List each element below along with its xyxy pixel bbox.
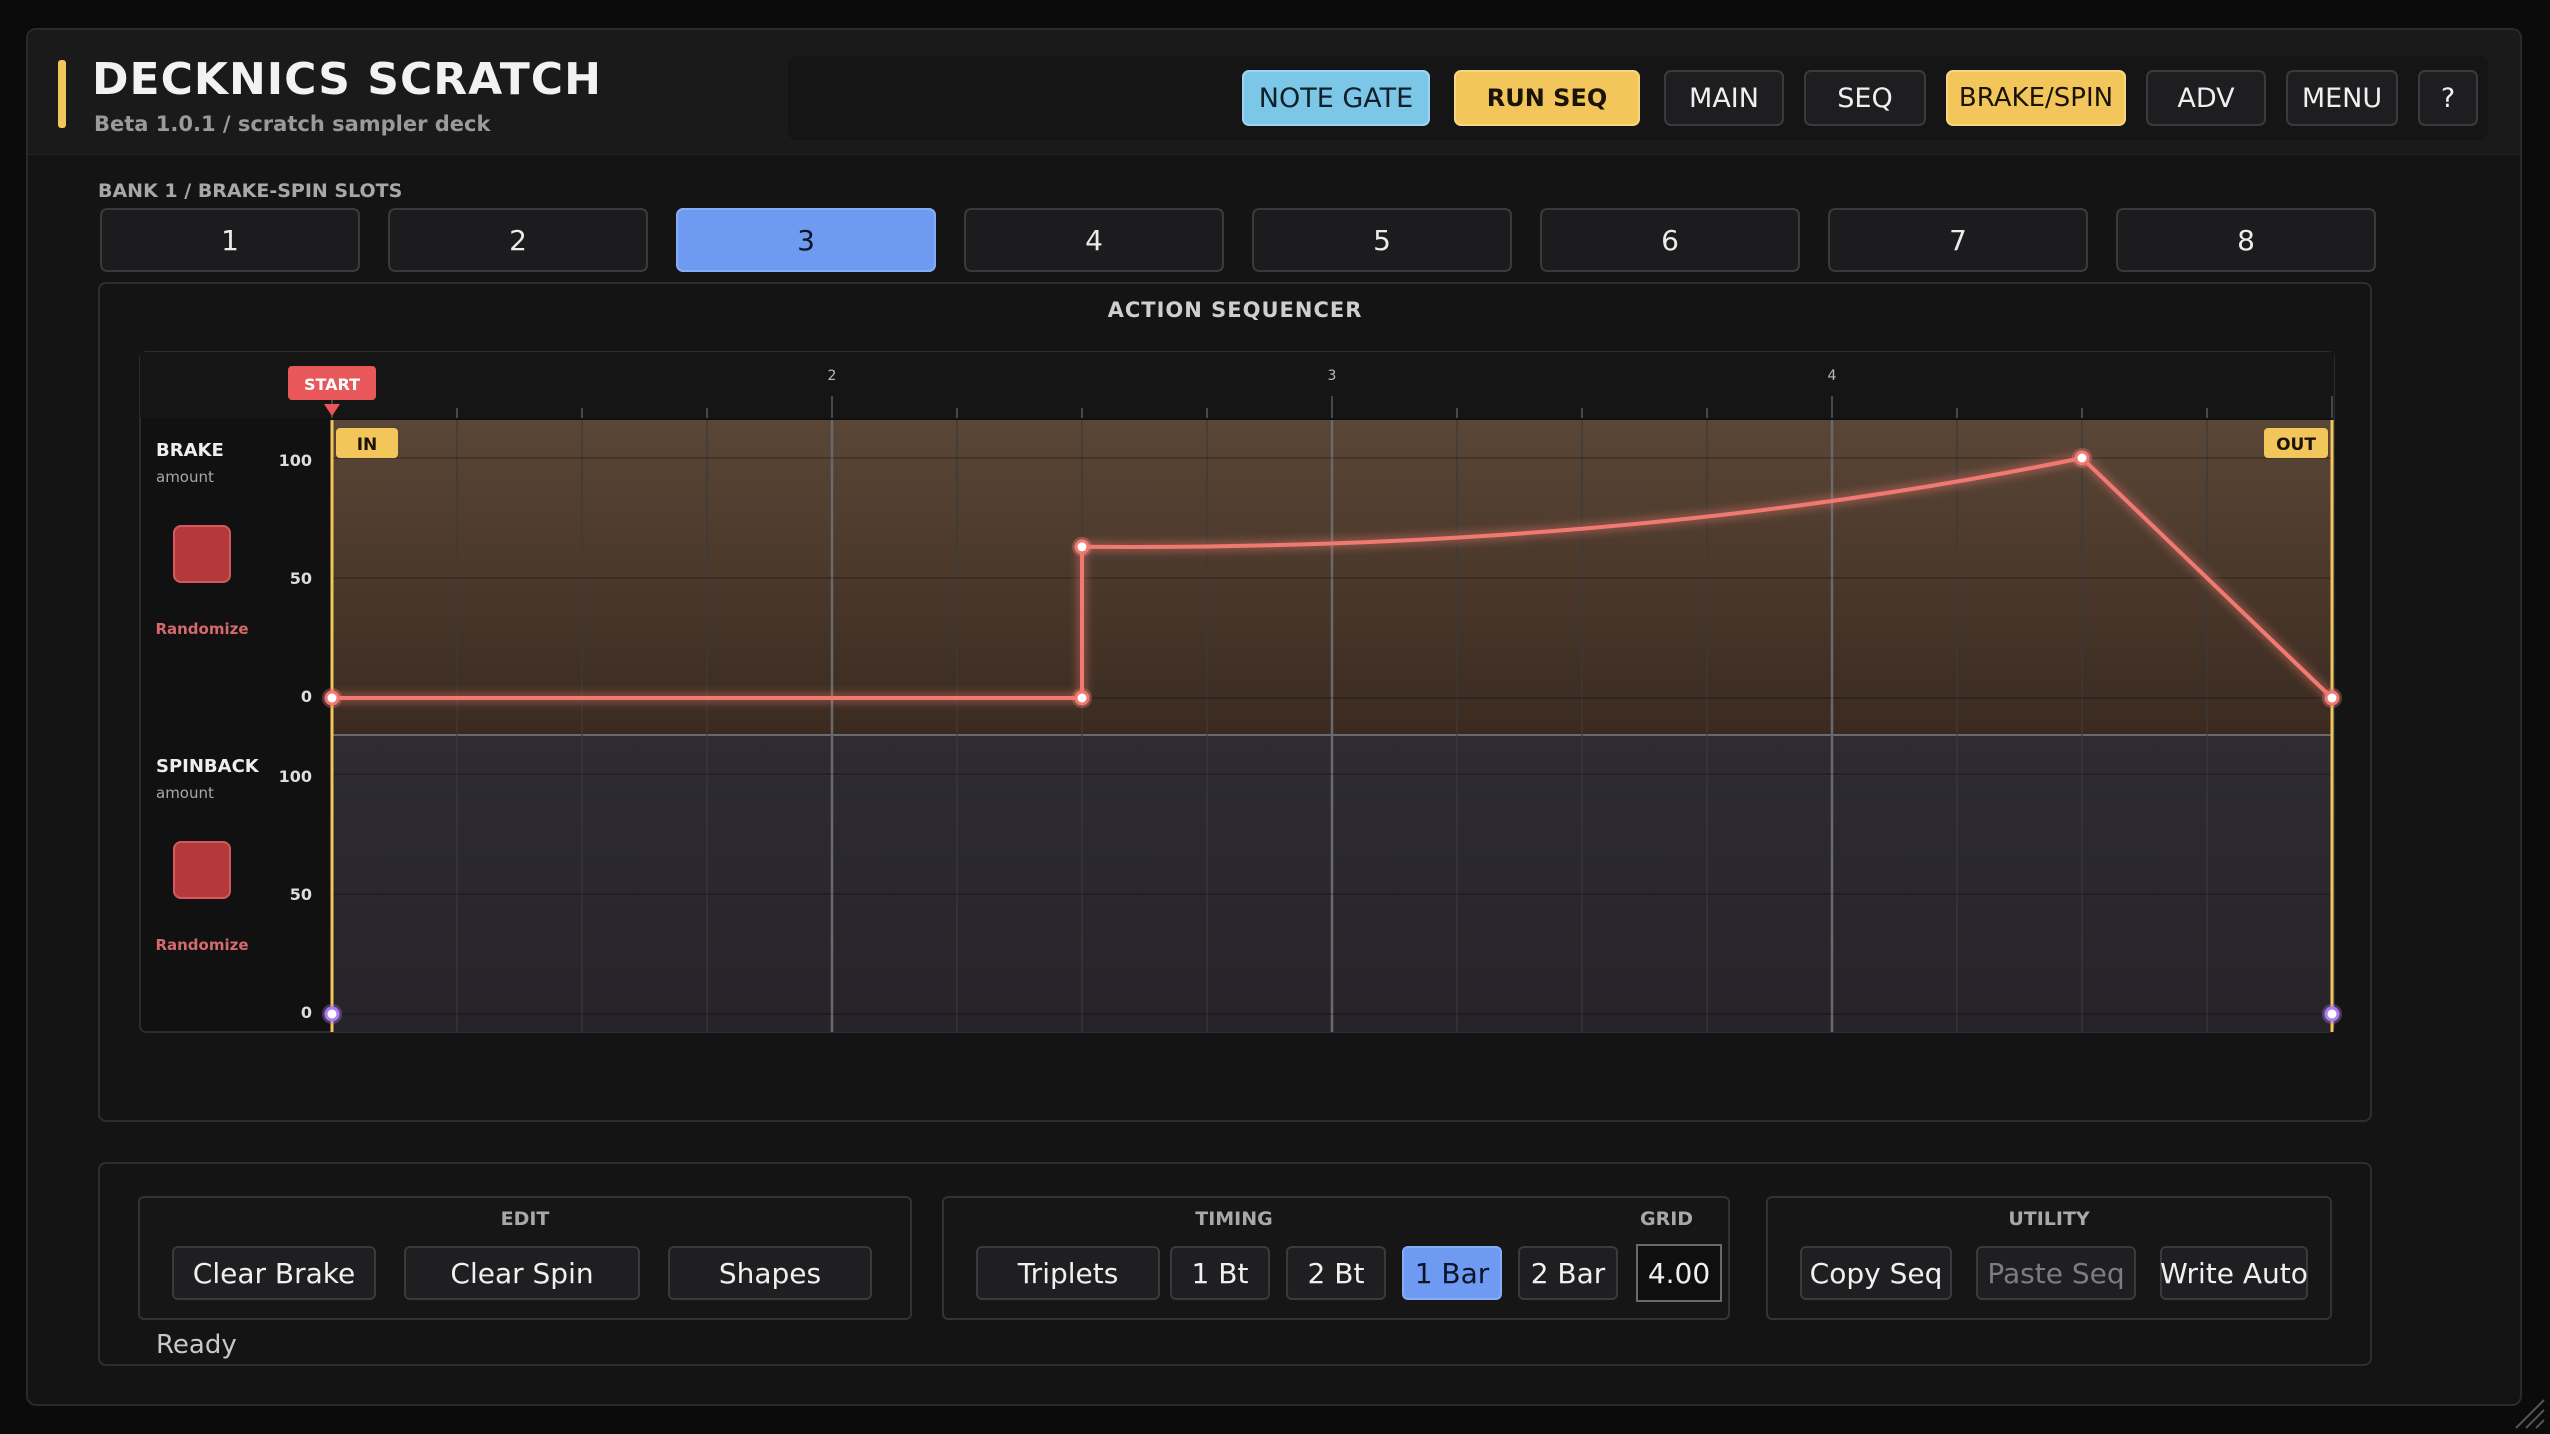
grid-value-field[interactable]: 4.00 — [1636, 1244, 1722, 1302]
brake-randomize-label: Randomize — [155, 620, 248, 638]
spinback-lane-sub: amount — [156, 784, 214, 802]
clear-spin-button[interactable]: Clear Spin — [404, 1246, 640, 1300]
app-subtitle: Beta 1.0.1 / scratch sampler deck — [94, 112, 491, 136]
slot-5[interactable]: 5 — [1252, 208, 1512, 272]
copy-seq-button[interactable]: Copy Seq — [1800, 1246, 1952, 1300]
two-beat-button[interactable]: 2 Bt — [1286, 1246, 1386, 1300]
paste-seq-button[interactable]: Paste Seq — [1976, 1246, 2136, 1300]
seq-button[interactable]: SEQ — [1804, 70, 1926, 126]
triplets-button[interactable]: Triplets — [976, 1246, 1160, 1300]
grid-label: GRID — [1640, 1208, 1694, 1230]
timeline-ruler[interactable] — [140, 352, 2334, 418]
slot-4[interactable]: 4 — [964, 208, 1224, 272]
utility-group: UTILITY Copy Seq Paste Seq Write Auto — [1766, 1196, 2332, 1320]
note-gate-button[interactable]: NOTE GATE — [1242, 70, 1430, 126]
write-auto-button[interactable]: Write Auto — [2160, 1246, 2308, 1300]
adv-button[interactable]: ADV — [2146, 70, 2266, 126]
help-button[interactable]: ? — [2418, 70, 2478, 126]
two-bar-button[interactable]: 2 Bar — [1518, 1246, 1618, 1300]
app-title: DECKNICS SCRATCH — [92, 54, 602, 105]
run-seq-button[interactable]: RUN SEQ — [1454, 70, 1640, 126]
brake-spin-button[interactable]: BRAKE/SPIN — [1946, 70, 2126, 126]
automation-node[interactable] — [1074, 539, 1090, 555]
spinback-tick-100: 100 — [279, 767, 312, 786]
out-marker-label: OUT — [2276, 435, 2316, 455]
automation-node[interactable] — [324, 1006, 340, 1022]
start-marker-label: START — [304, 375, 360, 394]
edit-group: EDIT Clear Brake Clear Spin Shapes — [138, 1196, 912, 1320]
slot-6[interactable]: 6 — [1540, 208, 1800, 272]
spinback-lane-name: SPINBACK — [156, 756, 260, 777]
slot-7[interactable]: 7 — [1828, 208, 2088, 272]
resize-grip-icon[interactable] — [2506, 1390, 2546, 1430]
sequencer-canvas[interactable]: IN OUT START BRAKE amount Randomize 100 … — [100, 284, 2374, 1124]
brake-tick-0: 0 — [301, 687, 312, 706]
slot-8[interactable]: 8 — [2116, 208, 2376, 272]
automation-node[interactable] — [2074, 450, 2090, 466]
slot-1[interactable]: 1 — [100, 208, 360, 272]
spinback-randomize-button[interactable] — [173, 841, 231, 899]
spinback-randomize-label: Randomize — [155, 936, 248, 954]
bar-number-4: 4 — [1828, 368, 1837, 384]
main-button[interactable]: MAIN — [1664, 70, 1784, 126]
timing-group: TIMING GRID Triplets 1 Bt 2 Bt 1 Bar 2 B… — [942, 1196, 1730, 1320]
controls-panel: EDIT Clear Brake Clear Spin Shapes TIMIN… — [98, 1162, 2372, 1366]
one-beat-button[interactable]: 1 Bt — [1170, 1246, 1270, 1300]
header-bar: DECKNICS SCRATCH Beta 1.0.1 / scratch sa… — [28, 30, 2520, 155]
utility-title: UTILITY — [2008, 1208, 2090, 1230]
automation-node[interactable] — [1074, 690, 1090, 706]
automation-node[interactable] — [324, 690, 340, 706]
brake-lane-name: BRAKE — [156, 440, 224, 461]
status-text: Ready — [156, 1330, 237, 1360]
sequencer-panel: ACTION SEQUENCER IN OUT START BRAKE amou… — [98, 282, 2372, 1122]
brake-randomize-button[interactable] — [173, 525, 231, 583]
menu-button[interactable]: MENU — [2286, 70, 2398, 126]
automation-node[interactable] — [2324, 690, 2340, 706]
timing-title: TIMING — [1195, 1208, 1273, 1230]
bar-number-2: 2 — [828, 368, 837, 384]
brake-tick-50: 50 — [290, 569, 312, 588]
slot-2[interactable]: 2 — [388, 208, 648, 272]
automation-node[interactable] — [2324, 1006, 2340, 1022]
in-marker-label: IN — [357, 435, 378, 455]
slot-3[interactable]: 3 — [676, 208, 936, 272]
accent-bar — [58, 60, 66, 128]
spinback-tick-50: 50 — [290, 885, 312, 904]
spinback-tick-0: 0 — [301, 1003, 312, 1022]
brake-lane-sub: amount — [156, 468, 214, 486]
shapes-button[interactable]: Shapes — [668, 1246, 872, 1300]
bank-label: BANK 1 / BRAKE-SPIN SLOTS — [98, 180, 403, 202]
edit-title: EDIT — [500, 1208, 550, 1230]
one-bar-button[interactable]: 1 Bar — [1402, 1246, 1502, 1300]
clear-brake-button[interactable]: Clear Brake — [172, 1246, 376, 1300]
bar-number-3: 3 — [1328, 368, 1337, 384]
brake-tick-100: 100 — [279, 451, 312, 470]
